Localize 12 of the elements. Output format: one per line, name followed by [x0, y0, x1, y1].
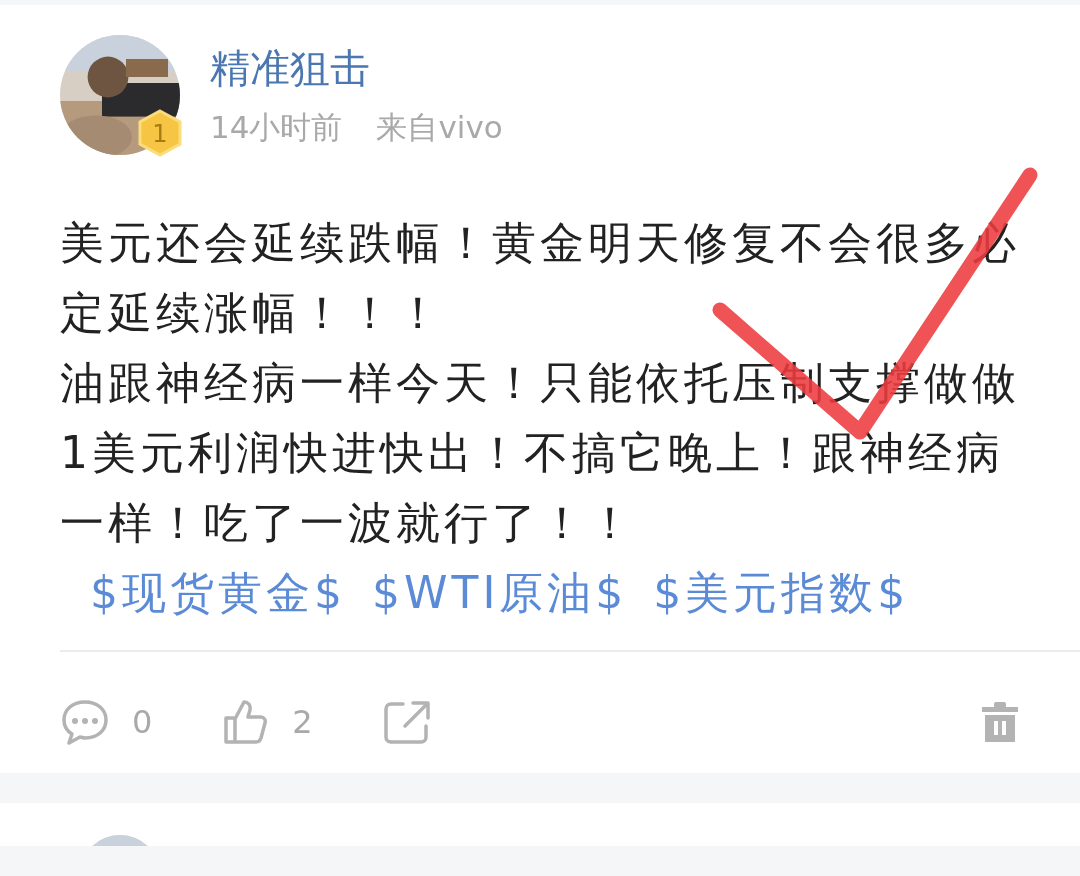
level-badge: 1 — [138, 109, 182, 157]
author-name[interactable]: 精准狙击 — [210, 43, 503, 93]
count-label: 2 — [292, 703, 313, 741]
topic-link[interactable]: $WTI原油$ — [372, 567, 628, 618]
post-time: 14小时前 — [210, 108, 343, 147]
topic-link[interactable]: $现货黄金$ — [90, 567, 346, 618]
topic-link[interactable]: $美元指数$ — [653, 567, 910, 618]
comment-icon[interactable] — [60, 698, 110, 746]
share-icon[interactable] — [382, 698, 431, 746]
post-source: 来自vivo — [376, 108, 503, 147]
trash-icon[interactable] — [980, 700, 1020, 744]
count-label: 0 — [132, 703, 153, 741]
